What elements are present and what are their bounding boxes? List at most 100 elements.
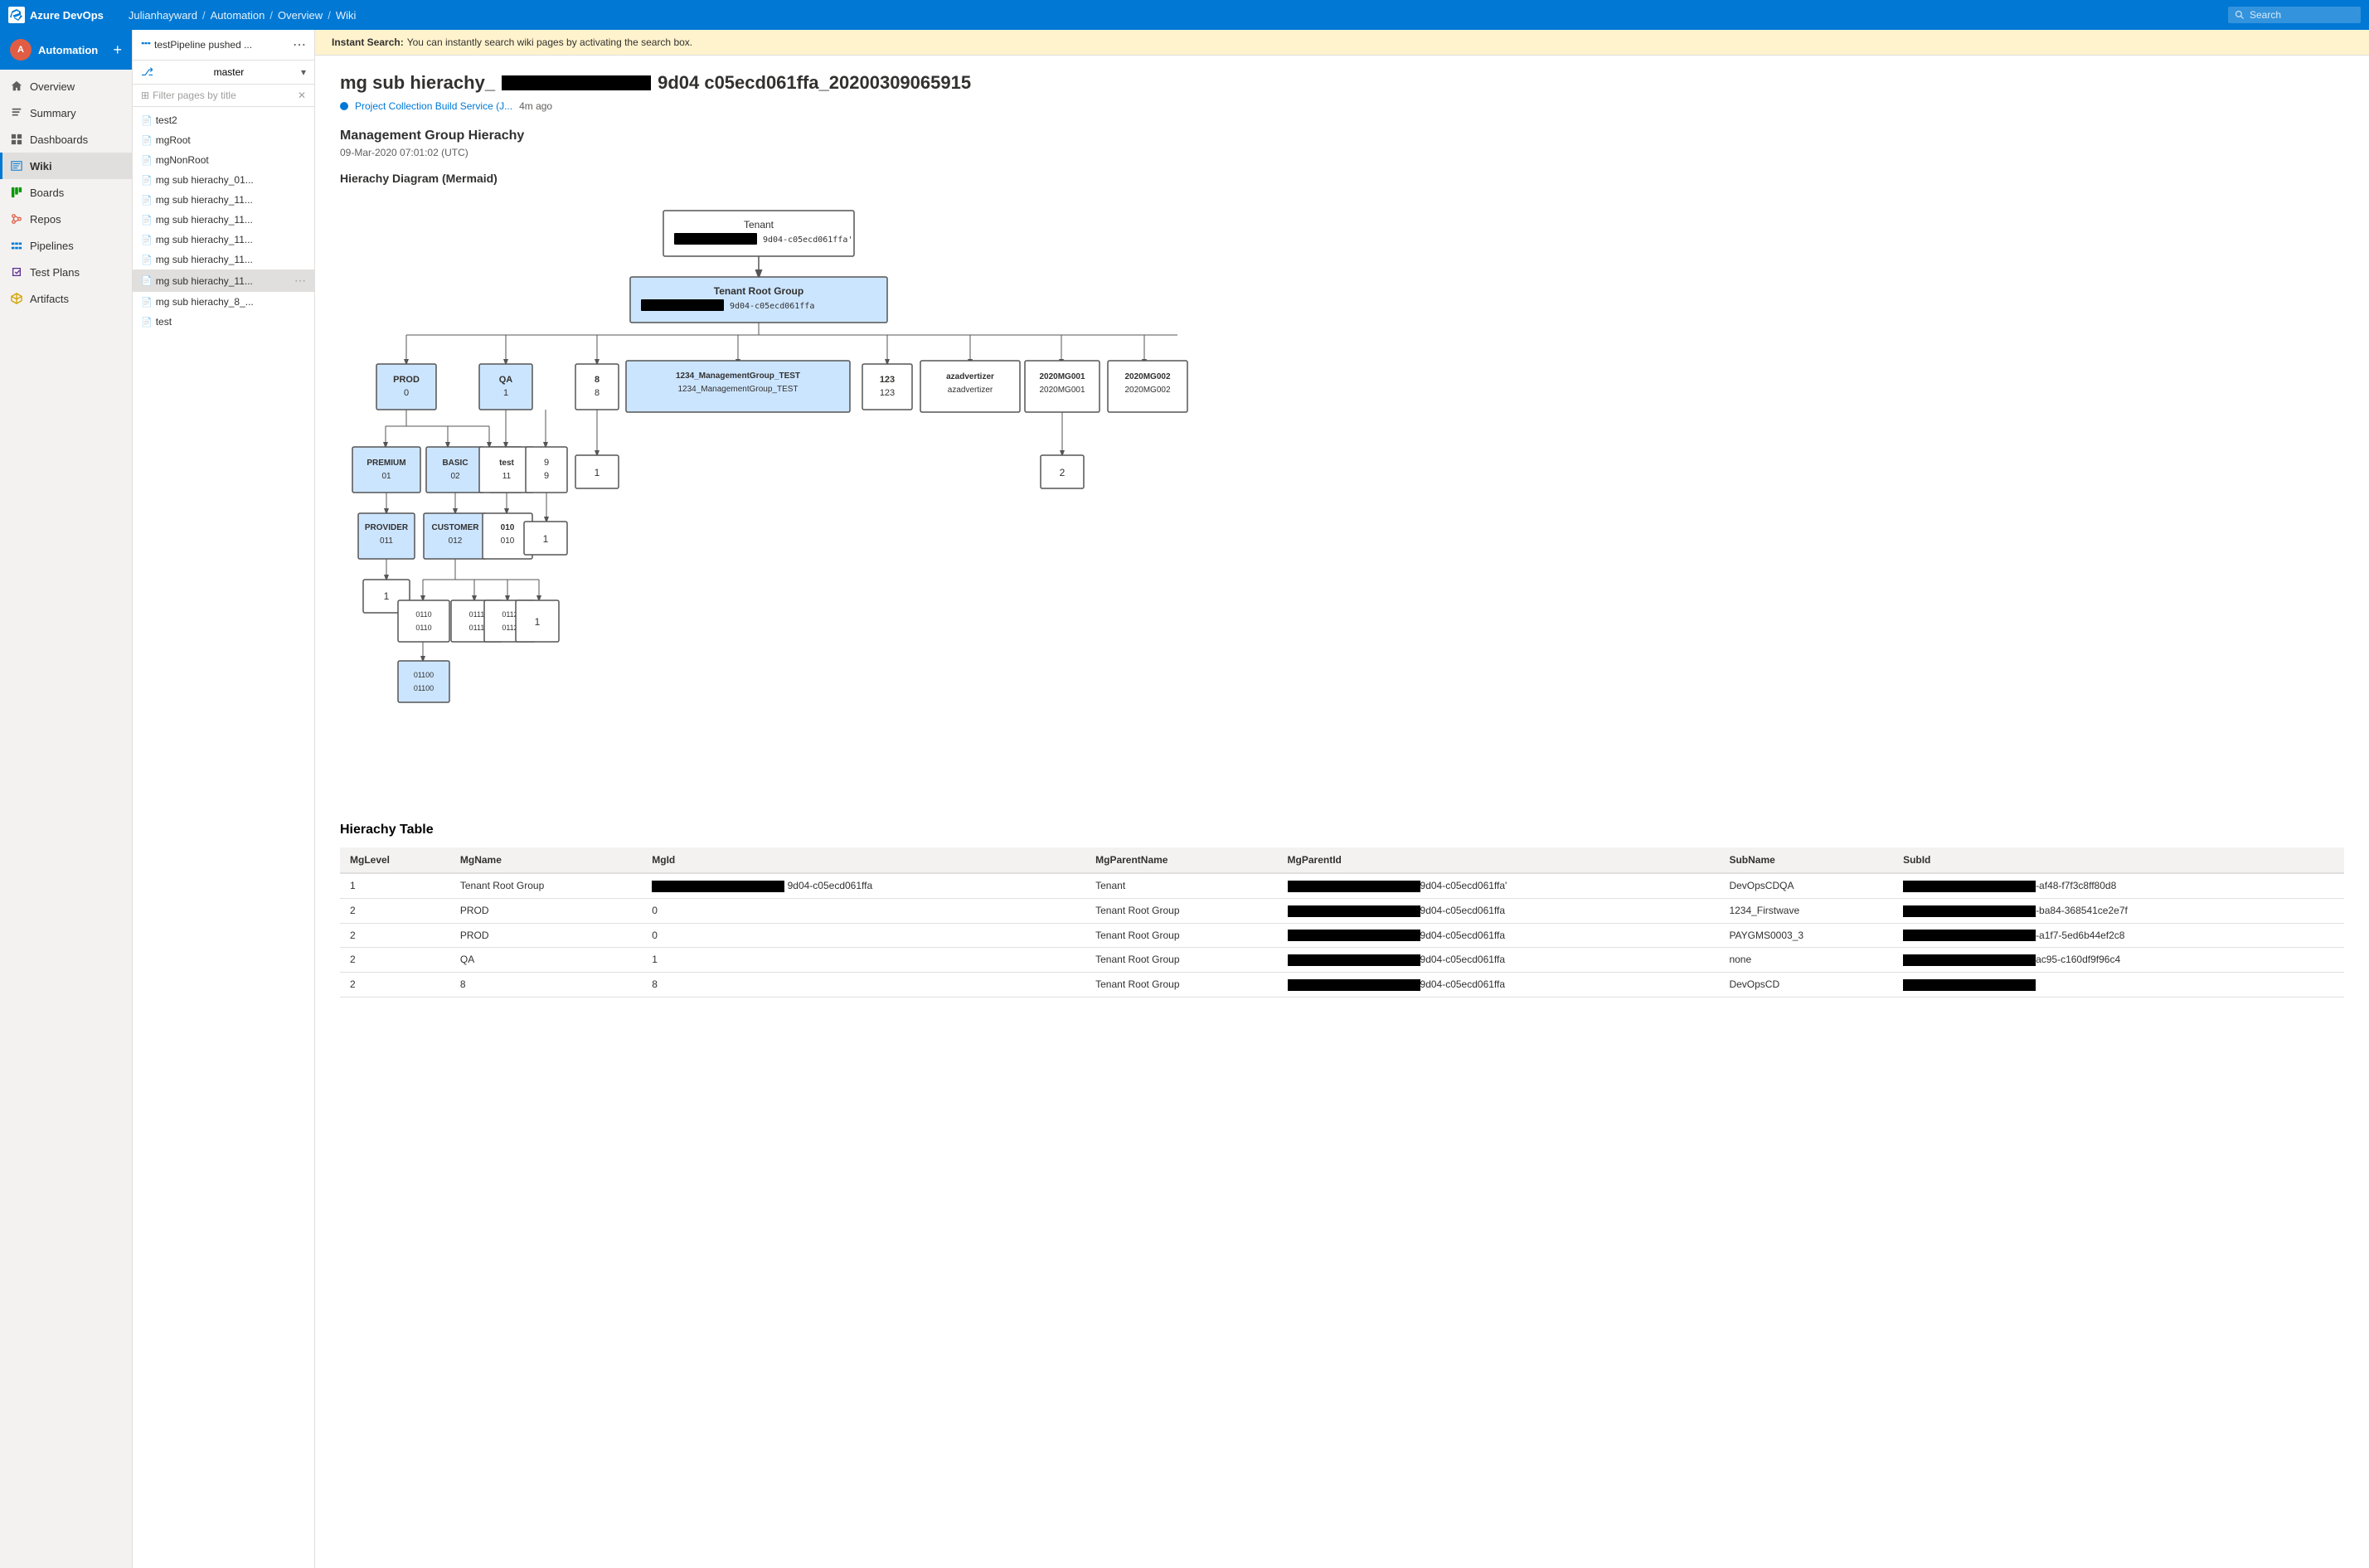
wiki-tree-item[interactable]: 📄 mg sub hierachy_01... [133, 170, 314, 190]
breadcrumb-project[interactable]: Automation [211, 9, 265, 22]
table-row: 2 QA 1 Tenant Root Group 9d04-c05ecd061f… [340, 948, 2344, 973]
svg-text:azadvertizer: azadvertizer [946, 372, 994, 381]
section-title: Management Group Hierachy [340, 129, 2344, 143]
project-name: Automation [38, 44, 106, 56]
svg-text:PREMIUM: PREMIUM [367, 459, 405, 468]
page-content: mg sub hierachy_ 9d04 c05ecd061ffa_20200… [315, 56, 2369, 1014]
svg-text:0111: 0111 [469, 610, 485, 619]
breadcrumb-page[interactable]: Wiki [336, 9, 357, 22]
svg-text:QA: QA [499, 375, 513, 385]
svg-text:02: 02 [450, 472, 460, 481]
main-layout: A Automation + Overview Summary [0, 30, 2369, 1568]
page-label: mg sub hierachy_11... [156, 214, 253, 226]
wiki-tree-item[interactable]: 📄 mg sub hierachy_8_... [133, 292, 314, 312]
breadcrumb-area[interactable]: Overview [278, 9, 323, 22]
repos-icon [10, 212, 23, 226]
page-label: mg sub hierachy_11... [156, 234, 253, 245]
svg-text:8: 8 [595, 388, 600, 398]
sidebar-item-label: Summary [30, 107, 76, 119]
hierarchy-diagram: Tenant 9d04-c05ecd061ffa' Tenant Root Gr… [340, 198, 1211, 795]
author-name[interactable]: Project Collection Build Service (J... [355, 100, 512, 112]
svg-text:1: 1 [595, 467, 600, 478]
svg-text:11: 11 [502, 472, 512, 481]
branch-name: master [214, 66, 245, 78]
svg-text:123: 123 [880, 375, 895, 385]
page-icon: 📄 [141, 235, 153, 245]
wiki-search-input[interactable] [153, 90, 294, 101]
sidebar-item-label: Artifacts [30, 293, 69, 305]
search-box[interactable] [2228, 7, 2361, 23]
page-icon: 📄 [141, 317, 153, 328]
svg-text:2020MG002: 2020MG002 [1124, 372, 1170, 381]
wiki-tree-item[interactable]: 📄 mg sub hierachy_11... [133, 250, 314, 269]
page-icon: 📄 [141, 155, 153, 166]
more-options-button[interactable]: ⋯ [294, 274, 306, 288]
instant-search-label: Instant Search: [332, 36, 404, 48]
dashboard-icon [10, 133, 23, 146]
hierarchy-table: MgLevel MgName MgId MgParentName MgParen… [340, 847, 2344, 998]
svg-text:2020MG001: 2020MG001 [1039, 386, 1085, 395]
add-button[interactable]: + [113, 42, 122, 57]
branch-selector[interactable]: ⎇ master ▾ [133, 61, 314, 85]
sidebar-nav: Overview Summary Dashboards Wiki [0, 70, 132, 315]
sidebar-item-wiki[interactable]: Wiki [0, 153, 132, 179]
col-subname: SubName [1719, 847, 1893, 873]
page-label: test [156, 316, 172, 328]
wiki-tree-item[interactable]: 📄 mgRoot [133, 130, 314, 150]
wiki-tree-item-active[interactable]: 📄 mg sub hierachy_11... ⋯ [133, 269, 314, 292]
wiki-tree-item[interactable]: 📄 test2 [133, 110, 314, 130]
svg-text:2020MG001: 2020MG001 [1039, 372, 1085, 381]
svg-text:01100: 01100 [414, 684, 434, 692]
sidebar-item-repos[interactable]: Repos [0, 206, 132, 232]
wiki-search: ⊞ ✕ [133, 85, 314, 107]
page-label: mg sub hierachy_11... [156, 254, 253, 265]
svg-text:01: 01 [381, 472, 391, 481]
close-icon[interactable]: ✕ [298, 90, 306, 101]
sidebar-item-pipelines[interactable]: Pipelines [0, 232, 132, 259]
sidebar-item-summary[interactable]: Summary [0, 100, 132, 126]
sidebar-item-dashboards[interactable]: Dashboards [0, 126, 132, 153]
wiki-tree-item[interactable]: 📄 mg sub hierachy_11... [133, 190, 314, 210]
wiki-icon [10, 159, 23, 172]
title-suffix: 9d04 c05ecd061ffa_20200309065915 [658, 72, 971, 94]
col-mgid: MgId [642, 847, 1085, 873]
wiki-tree-item[interactable]: 📄 test [133, 312, 314, 332]
filter-icon: ⊞ [141, 90, 149, 101]
svg-text:011: 011 [380, 536, 393, 546]
sidebar-item-label: Dashboards [30, 133, 88, 146]
svg-text:CUSTOMER: CUSTOMER [431, 523, 479, 532]
sidebar-item-label: Test Plans [30, 266, 80, 279]
app-name: Azure DevOps [30, 9, 104, 22]
svg-text:0111: 0111 [469, 624, 485, 632]
page-title: mg sub hierachy_ 9d04 c05ecd061ffa_20200… [340, 72, 2344, 94]
sidebar-item-testplans[interactable]: Test Plans [0, 259, 132, 285]
svg-text:1: 1 [543, 533, 549, 545]
page-meta: Project Collection Build Service (J... 4… [340, 100, 2344, 112]
svg-text:1: 1 [503, 388, 508, 398]
page-icon: 📄 [141, 135, 153, 146]
avatar: A [10, 39, 32, 61]
wiki-tree: 📄 test2 📄 mgRoot 📄 mgNonRoot 📄 mg sub hi… [133, 107, 314, 1568]
table-row: 1 Tenant Root Group 9d04-c05ecd061ffa Te… [340, 873, 2344, 898]
wiki-tree-item[interactable]: 📄 mg sub hierachy_11... [133, 230, 314, 250]
main-content: Instant Search: You can instantly search… [315, 30, 2369, 1568]
wiki-options-button[interactable]: ⋯ [293, 36, 306, 53]
svg-text:Tenant: Tenant [744, 219, 774, 231]
svg-text:1: 1 [384, 590, 390, 602]
home-icon [10, 80, 23, 93]
search-input[interactable] [2250, 9, 2333, 21]
page-label: mg sub hierachy_11... [156, 194, 253, 206]
sidebar-item-artifacts[interactable]: Artifacts [0, 285, 132, 312]
breadcrumb: Julianhayward / Automation / Overview / … [129, 9, 2220, 22]
wiki-tree-item[interactable]: 📄 mg sub hierachy_11... [133, 210, 314, 230]
table-title: Hierachy Table [340, 823, 2344, 837]
svg-text:PROVIDER: PROVIDER [365, 523, 409, 532]
wiki-panel-header: testPipeline pushed ... ⋯ [133, 30, 314, 61]
sidebar-item-boards[interactable]: Boards [0, 179, 132, 206]
page-icon: 📄 [141, 297, 153, 308]
sidebar-item-overview[interactable]: Overview [0, 73, 132, 100]
wiki-tree-item[interactable]: 📄 mgNonRoot [133, 150, 314, 170]
page-label: mgNonRoot [156, 154, 209, 166]
breadcrumb-org[interactable]: Julianhayward [129, 9, 197, 22]
table-row: 2 8 8 Tenant Root Group 9d04-c05ecd061ff… [340, 973, 2344, 998]
